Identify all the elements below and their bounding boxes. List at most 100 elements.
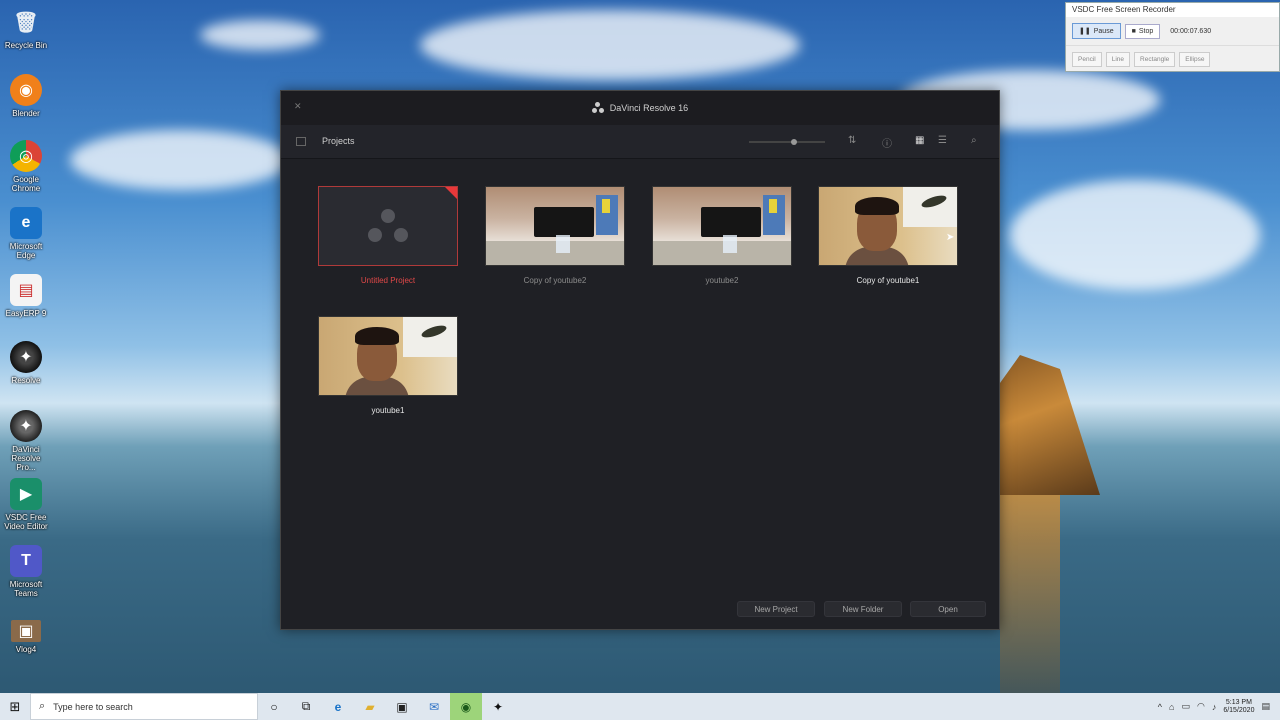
pause-button[interactable]: ❚❚ Pause	[1072, 23, 1121, 39]
recorder-drawing-tools: Pencil Line Rectangle Ellipse	[1066, 45, 1279, 69]
desktop-icon-label: Vlog4	[15, 645, 37, 654]
desktop-icon-chrome[interactable]: ◎ Google Chrome	[2, 140, 50, 193]
recorder-title: VSDC Free Screen Recorder	[1066, 3, 1279, 17]
desktop-icon-resolve[interactable]: ✦ Resolve	[2, 341, 50, 385]
desktop-icon-recycle-bin[interactable]: 🗑 Recycle Bin	[2, 6, 50, 51]
resolve-logo-icon	[368, 209, 408, 243]
recorder-controls: ❚❚ Pause ■ Stop 00:00:07.630	[1066, 17, 1279, 45]
network-icon[interactable]: ⌂	[1169, 702, 1174, 712]
mail-icon[interactable]: ✉	[418, 693, 450, 720]
stop-label: Stop	[1138, 27, 1154, 35]
search-icon: ⌕	[39, 700, 46, 712]
resolve-project-manager: ✕ DaVinci Resolve 16 Projects ⇅ ⓘ ▦ ☰ ⌕	[280, 90, 1000, 630]
project-thumbnail	[318, 186, 458, 266]
desktop-icon-blender[interactable]: ◉ Blender	[2, 74, 50, 118]
volume-icon[interactable]: ♪	[1212, 702, 1217, 712]
task-view-icon[interactable]: ⧉	[290, 693, 322, 720]
notifications-icon[interactable]: ▤	[1261, 701, 1270, 712]
taskbar-search[interactable]: ⌕ Type here to search	[30, 693, 258, 720]
windows-start-icon[interactable]: ⊞	[0, 693, 30, 720]
video-file-icon: ▣	[11, 620, 41, 642]
clock-time: 5:13 PM	[1225, 698, 1252, 706]
mouse-cursor-icon: ➤	[946, 232, 955, 243]
battery-icon[interactable]: ▭	[1181, 701, 1190, 712]
blender-icon: ◉	[10, 74, 42, 106]
edge-icon: e	[10, 207, 42, 239]
project-thumbnail	[318, 316, 458, 396]
system-clock[interactable]: 5:13 PM 6/15/2020	[1223, 699, 1254, 715]
resolve-logo-icon	[591, 102, 604, 114]
cloud	[70, 130, 290, 190]
close-icon[interactable]: ✕	[294, 101, 302, 112]
desktop-icon-label: Recycle Bin	[4, 41, 48, 50]
sidebar-toggle-icon[interactable]	[296, 137, 306, 146]
project-tile[interactable]: youtube2	[652, 186, 792, 285]
pause-label: Pause	[1093, 27, 1114, 35]
desktop-icon-label: Google Chrome	[11, 175, 41, 193]
desktop-icon-davinci-resolve[interactable]: ✦ DaVinci Resolve Pro...	[2, 410, 50, 472]
file-explorer-icon[interactable]: ▰	[354, 693, 386, 720]
system-tray: ^ ⌂ ▭ ◠ ♪ 5:13 PM 6/15/2020 ▤	[1158, 693, 1270, 720]
current-project-marker	[445, 187, 457, 199]
grid-view-icon[interactable]: ▦	[915, 135, 924, 146]
rectangle-tool[interactable]: Rectangle	[1134, 52, 1176, 67]
desktop-icon-label: DaVinci Resolve Pro...	[11, 445, 41, 472]
search-placeholder: Type here to search	[53, 701, 133, 712]
desktop-icon-edge[interactable]: e Microsoft Edge	[2, 207, 50, 260]
project-tile[interactable]: Copy of youtube1	[818, 186, 958, 285]
app-title: DaVinci Resolve 16	[609, 103, 689, 113]
vsdc-recorder-icon[interactable]: ◉	[450, 693, 482, 720]
recording-timer: 00:00:07.630	[1170, 27, 1212, 35]
easyerp-icon: ▤	[10, 274, 42, 306]
screen-recorder-window: VSDC Free Screen Recorder ❚❚ Pause ■ Sto…	[1065, 2, 1280, 72]
line-tool[interactable]: Line	[1105, 52, 1131, 67]
davinci-resolve-icon[interactable]: ✦	[482, 693, 514, 720]
desktop-icon-vsdc[interactable]: ▶ VSDC Free Video Editor	[2, 478, 50, 531]
thumbnail-size-slider[interactable]	[749, 139, 825, 145]
cloud	[200, 20, 320, 50]
window-title-bar: ✕ DaVinci Resolve 16	[281, 91, 999, 125]
new-project-button[interactable]: New Project	[737, 601, 815, 617]
pencil-tool[interactable]: Pencil	[1072, 52, 1102, 67]
chevron-up-icon[interactable]: ^	[1158, 702, 1162, 712]
search-icon[interactable]: ⌕	[971, 135, 977, 146]
project-name: Untitled Project	[360, 276, 416, 285]
desktop-icon-label: Microsoft Teams	[9, 580, 43, 598]
info-icon[interactable]: ⓘ	[882, 135, 892, 150]
chrome-icon: ◎	[10, 140, 42, 172]
desktop-icon-label: Resolve	[11, 376, 41, 385]
desktop-icon-teams[interactable]: T Microsoft Teams	[2, 545, 50, 598]
window-title: DaVinci Resolve 16	[591, 102, 689, 114]
cortana-icon[interactable]: ○	[258, 693, 290, 720]
vsdc-icon: ▶	[10, 478, 42, 510]
cloud	[420, 10, 800, 80]
project-tile[interactable]: Copy of youtube2	[485, 186, 625, 285]
project-thumbnail	[485, 186, 625, 266]
project-name: youtube1	[371, 406, 405, 415]
clock-date: 6/15/2020	[1223, 706, 1255, 714]
wifi-icon[interactable]: ◠	[1197, 701, 1205, 712]
teams-icon: T	[10, 545, 42, 577]
breadcrumb[interactable]: Projects	[322, 136, 355, 146]
taskbar: ⊞ ⌕ Type here to search ○ ⧉ e ▰ ▣ ✉ ◉ ✦ …	[0, 693, 1280, 720]
davinci-resolve-icon: ✦	[10, 410, 42, 442]
slider-handle[interactable]	[791, 139, 797, 145]
project-tile[interactable]: Untitled Project	[318, 186, 458, 285]
list-view-icon[interactable]: ☰	[938, 135, 947, 146]
stop-icon: ■	[1131, 27, 1136, 35]
project-name: Copy of youtube1	[856, 276, 920, 285]
new-folder-button[interactable]: New Folder	[824, 601, 902, 617]
sort-icon[interactable]: ⇅	[848, 135, 856, 146]
ellipse-tool[interactable]: Ellipse	[1179, 52, 1211, 67]
stop-button[interactable]: ■ Stop	[1124, 23, 1161, 39]
project-name: Copy of youtube2	[523, 276, 587, 285]
open-button[interactable]: Open	[910, 601, 986, 617]
store-icon[interactable]: ▣	[386, 693, 418, 720]
desktop-icon-easyerp[interactable]: ▤ EasyERP 9	[2, 274, 50, 318]
edge-icon[interactable]: e	[322, 693, 354, 720]
recycle-bin-icon: 🗑	[13, 11, 39, 34]
cloud	[1010, 180, 1260, 290]
resolve-icon: ✦	[10, 341, 42, 373]
desktop-icon-vlog[interactable]: ▣ Vlog4	[2, 620, 50, 654]
project-tile[interactable]: youtube1	[318, 316, 458, 415]
